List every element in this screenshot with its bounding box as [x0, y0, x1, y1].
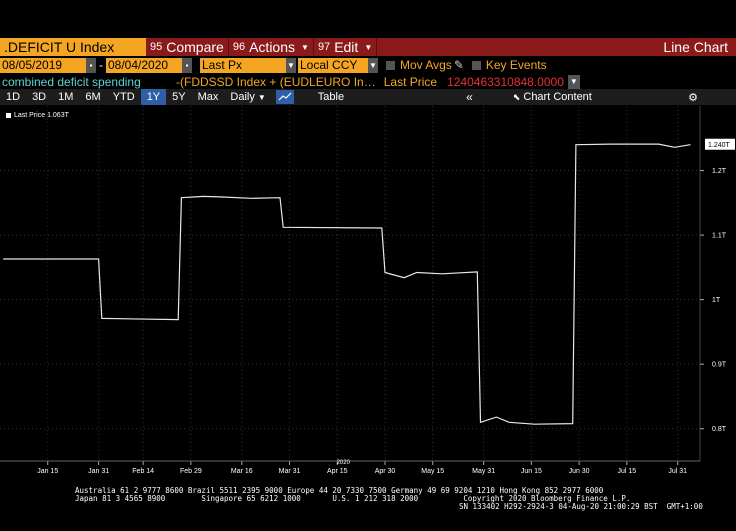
- chart-content-button[interactable]: ⬉ Chart Content: [513, 91, 592, 103]
- caret-down-icon: ▼: [257, 93, 266, 102]
- date-separator: -: [99, 58, 103, 72]
- security-description: combined deficit spending: [2, 74, 141, 89]
- chart-type-label: Line Chart: [663, 39, 728, 55]
- x-tick-label: Jun 30: [569, 468, 590, 475]
- line-chart[interactable]: 0.8T 0.9T 1T 1.1T 1.2T Jan 15 Jan 31 Feb 14 Feb…: [0, 106, 736, 481]
- mov-avgs-label[interactable]: Mov Avgs: [400, 58, 452, 72]
- actions-button[interactable]: 96 Actions ▼: [229, 38, 314, 56]
- y-axis: 0.8T 0.9T 1T 1.1T 1.2T: [699, 106, 727, 461]
- start-date-field[interactable]: 08/05/2019: [0, 57, 86, 73]
- collapse-icon[interactable]: «: [466, 90, 473, 104]
- range-3d[interactable]: 3D: [26, 89, 52, 105]
- description-row: combined deficit spending -(FDDSSD Index…: [0, 74, 736, 89]
- legend-swatch: [6, 113, 11, 118]
- gear-icon[interactable]: ⚙: [688, 91, 736, 104]
- x-tick-label: Jul 31: [668, 468, 687, 475]
- actions-shortcut: 96: [232, 41, 246, 53]
- y-tick-label: 1T: [712, 297, 721, 304]
- line-chart-icon[interactable]: [275, 90, 294, 104]
- compare-shortcut: 95: [150, 41, 163, 53]
- range-ytd[interactable]: YTD: [107, 89, 141, 105]
- series-line-last-price: [3, 143, 691, 425]
- edit-label: Edit: [334, 39, 359, 55]
- key-events-label[interactable]: Key Events: [486, 58, 547, 72]
- dropdown-icon[interactable]: ▼: [368, 57, 378, 73]
- calendar-icon[interactable]: ▪: [86, 57, 96, 73]
- x-tick-label: May 15: [421, 468, 444, 475]
- calendar-icon[interactable]: ▪: [182, 57, 192, 73]
- x-tick-label: Apr 15: [327, 468, 348, 475]
- toolbar: 1D 3D 1M 6M YTD 1Y 5Y Max Daily ▼ Table «…: [0, 89, 736, 105]
- footer: Australia 61 2 9777 8600 Brazil 5511 239…: [0, 486, 736, 512]
- x-tick-label: Feb 14: [132, 468, 154, 475]
- edit-button[interactable]: 97 Edit ▼: [314, 38, 378, 56]
- x-tick-label: Jan 31: [88, 468, 109, 475]
- currency-select[interactable]: Local CCY: [298, 57, 368, 73]
- x-tick-label: Apr 30: [375, 468, 396, 475]
- series-group: [3, 143, 691, 425]
- cursor-icon: ⬉: [512, 92, 521, 102]
- table-button[interactable]: Table: [318, 91, 344, 103]
- caret-down-icon: ▼: [364, 42, 373, 52]
- title-bar: .DEFICIT U Index 95 Compare 96 Actions ▼…: [0, 38, 736, 56]
- range-1y[interactable]: 1Y: [140, 89, 167, 105]
- last-price-value: 1240463310848.0000: [447, 74, 564, 89]
- x-tick-label: Mar 16: [231, 468, 253, 475]
- end-date-field[interactable]: 08/04/2020: [106, 57, 182, 73]
- range-1d[interactable]: 1D: [0, 89, 26, 105]
- range-1m[interactable]: 1M: [52, 89, 79, 105]
- footer-session-line: SN 133402 H292-2924-3 04-Aug-20 21:00:29…: [459, 502, 703, 511]
- range-max[interactable]: Max: [192, 89, 225, 105]
- compare-label: Compare: [166, 39, 224, 55]
- range-6m[interactable]: 6M: [79, 89, 106, 105]
- x-axis: Jan 15 Jan 31 Feb 14 Feb 29 Mar 16 Mar 31 Apr …: [0, 460, 700, 475]
- last-value-label: 1.240T: [705, 138, 735, 150]
- legend-label: Last Price 1.063T: [14, 112, 69, 119]
- caret-down-icon: ▼: [301, 42, 309, 52]
- price-field-select[interactable]: Last Px: [200, 57, 286, 73]
- edit-shortcut: 97: [317, 41, 331, 53]
- dropdown-icon[interactable]: ▼: [567, 74, 580, 89]
- x-tick-label: Mar 31: [279, 468, 301, 475]
- x-tick-label: Jan 15: [37, 468, 58, 475]
- formula-text: -(FDDSSD Index + (EUDLEURO In…: [176, 74, 376, 89]
- chart-legend[interactable]: Last Price 1.063T: [6, 112, 69, 119]
- y-tick-label: 0.9T: [712, 362, 727, 369]
- frequency-select[interactable]: Daily ▼: [224, 91, 271, 103]
- y-tick-label: 1.2T: [712, 168, 727, 175]
- range-5y[interactable]: 5Y: [166, 89, 191, 105]
- compare-button[interactable]: 95 Compare: [146, 38, 229, 56]
- x-tick-label: Jun 15: [521, 468, 542, 475]
- pencil-icon[interactable]: ✎: [454, 58, 464, 72]
- field-label: Last Price: [383, 74, 438, 89]
- key-events-checkbox[interactable]: [471, 60, 481, 70]
- x-tick-label: May 31: [472, 468, 495, 475]
- frequency-label: Daily: [230, 91, 255, 103]
- date-row: 08/05/2019 ▪ - 08/04/2020 ▪ Last Px ▼ Lo…: [0, 57, 736, 73]
- x-tick-label: Jul 15: [617, 468, 636, 475]
- last-value-text: 1.240T: [708, 142, 731, 149]
- y-tick-label: 1.1T: [712, 233, 727, 240]
- ticker-field[interactable]: .DEFICIT U Index: [0, 38, 146, 56]
- x-tick-label: Feb 29: [180, 468, 202, 475]
- dropdown-icon[interactable]: ▼: [286, 57, 296, 73]
- chart-content-label: Chart Content: [523, 91, 592, 103]
- y-tick-label: 0.8T: [712, 426, 727, 433]
- mov-avgs-checkbox[interactable]: [386, 60, 395, 70]
- actions-label: Actions: [249, 39, 296, 55]
- grid-lines: [0, 106, 700, 461]
- year-label: 2020: [337, 460, 351, 466]
